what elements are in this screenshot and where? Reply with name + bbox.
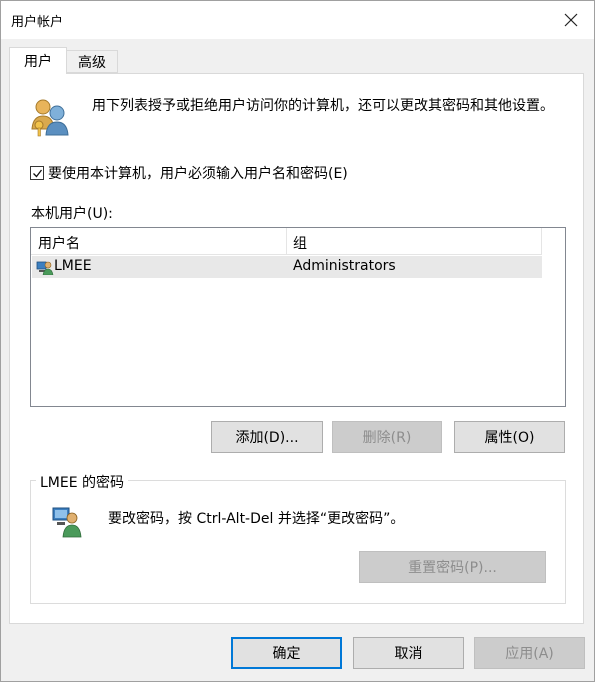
- column-divider[interactable]: [286, 228, 287, 255]
- close-button[interactable]: [548, 1, 594, 39]
- window-title: 用户帐户: [11, 15, 64, 30]
- remove-user-button[interactable]: 删除(R): [332, 421, 442, 453]
- tab-advanced[interactable]: 高级: [66, 50, 118, 73]
- user-name-cell: LMEE: [54, 258, 92, 274]
- list-header: 用户名 组: [31, 228, 542, 255]
- password-groupbox: [30, 480, 566, 604]
- local-users-list[interactable]: 用户名 组 LMEE Administrators: [30, 227, 566, 407]
- ok-button[interactable]: 确定: [231, 637, 342, 669]
- user-icon: [36, 261, 54, 275]
- column-header-group[interactable]: 组: [293, 233, 307, 253]
- title-bar: 用户帐户: [1, 1, 594, 39]
- require-password-label[interactable]: 要使用本计算机，用户必须输入用户名和密码(E): [48, 163, 348, 183]
- intro-description: 用下列表授予或拒绝用户访问你的计算机，还可以更改其密码和其他设置。: [92, 98, 554, 114]
- add-user-button[interactable]: 添加(D)...: [211, 421, 323, 453]
- tab-users[interactable]: 用户: [9, 47, 67, 74]
- local-users-label: 本机用户(U):: [31, 206, 113, 222]
- reset-password-button[interactable]: 重置密码(P)...: [359, 551, 546, 583]
- checkmark-icon: [32, 169, 42, 177]
- user-group-cell: Administrators: [293, 258, 396, 274]
- apply-button[interactable]: 应用(A): [474, 637, 585, 669]
- user-keyboard-icon: [52, 507, 82, 538]
- column-header-username[interactable]: 用户名: [38, 233, 80, 253]
- user-properties-button[interactable]: 属性(O): [454, 421, 565, 453]
- table-row[interactable]: LMEE Administrators: [32, 256, 542, 278]
- cancel-button[interactable]: 取消: [353, 637, 464, 669]
- close-icon: [564, 13, 578, 27]
- password-groupbox-title: LMEE 的密码: [36, 472, 129, 492]
- password-instructions: 要改密码，按 Ctrl-Alt-Del 并选择“更改密码”。: [108, 511, 405, 527]
- require-password-option[interactable]: 要使用本计算机，用户必须输入用户名和密码(E): [30, 163, 348, 183]
- column-divider[interactable]: [541, 228, 542, 255]
- require-password-checkbox[interactable]: [30, 166, 44, 180]
- users-group-icon: [31, 99, 69, 137]
